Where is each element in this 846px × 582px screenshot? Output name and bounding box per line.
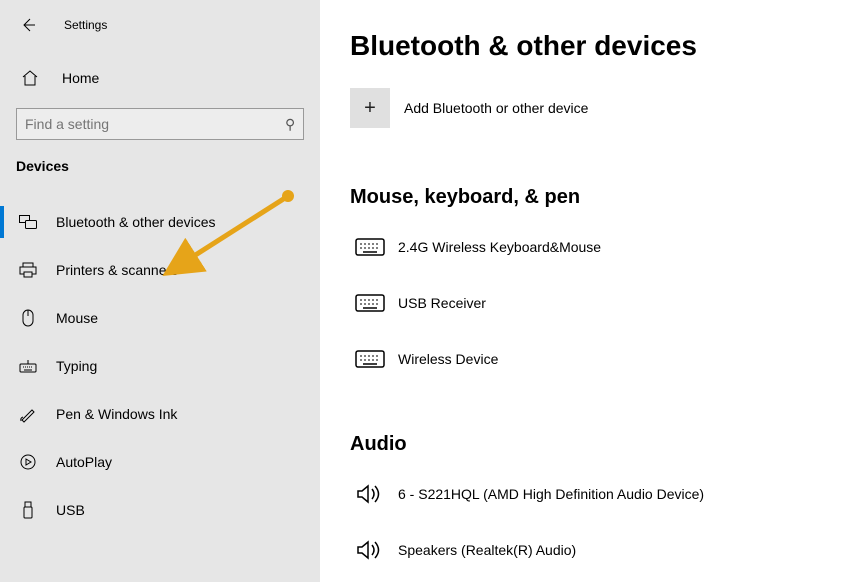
sidebar-item-label: Printers & scanners — [56, 262, 178, 278]
speaker-icon — [350, 474, 390, 514]
sidebar-item-label: Pen & Windows Ink — [56, 406, 177, 422]
home-label: Home — [62, 70, 99, 86]
mouse-icon — [18, 308, 38, 328]
search-field[interactable] — [25, 116, 285, 132]
back-icon[interactable] — [20, 17, 40, 33]
plus-icon: + — [350, 88, 390, 128]
typing-icon — [18, 356, 38, 376]
device-row[interactable]: Speakers (Realtek(R) Audio) — [350, 522, 816, 578]
device-label: 6 - S221HQL (AMD High Definition Audio D… — [398, 486, 704, 502]
speaker-icon — [350, 530, 390, 570]
device-label: Wireless Device — [398, 351, 498, 367]
sidebar-item-label: Typing — [56, 358, 97, 374]
sidebar-item-bluetooth[interactable]: Bluetooth & other devices — [0, 198, 320, 246]
devices-icon — [18, 212, 38, 232]
device-row[interactable]: 2.4G Wireless Keyboard&Mouse — [350, 219, 816, 275]
device-row[interactable]: 6 - S221HQL (AMD High Definition Audio D… — [350, 466, 816, 522]
sidebar-item-printers[interactable]: Printers & scanners — [0, 246, 320, 294]
page-title: Bluetooth & other devices — [350, 30, 816, 62]
sidebar-item-label: USB — [56, 502, 85, 518]
sidebar-item-autoplay[interactable]: AutoPlay — [0, 438, 320, 486]
device-label: USB Receiver — [398, 295, 486, 311]
category-label: Devices — [0, 150, 320, 186]
sidebar-item-label: Bluetooth & other devices — [56, 214, 216, 230]
app-title: Settings — [64, 18, 107, 32]
home-icon — [20, 68, 40, 88]
search-icon: ⚲ — [285, 116, 295, 133]
add-device-button[interactable]: + Add Bluetooth or other device — [350, 88, 816, 128]
keyboard-icon — [350, 283, 390, 323]
sidebar-item-mouse[interactable]: Mouse — [0, 294, 320, 342]
sidebar-item-usb[interactable]: USB — [0, 486, 320, 534]
printer-icon — [18, 260, 38, 280]
sidebar-item-label: AutoPlay — [56, 454, 112, 470]
device-row[interactable]: Wireless Device — [350, 331, 816, 387]
sidebar-item-pen[interactable]: Pen & Windows Ink — [0, 390, 320, 438]
keyboard-icon — [350, 227, 390, 267]
keyboard-icon — [350, 339, 390, 379]
home-button[interactable]: Home — [0, 56, 320, 100]
add-device-label: Add Bluetooth or other device — [404, 100, 588, 116]
usb-icon — [18, 500, 38, 520]
device-row[interactable]: USB Receiver — [350, 275, 816, 331]
section-heading-audio: Audio — [350, 433, 816, 456]
pen-icon — [18, 404, 38, 424]
section-heading-input: Mouse, keyboard, & pen — [350, 186, 816, 209]
device-label: 2.4G Wireless Keyboard&Mouse — [398, 239, 601, 255]
search-input[interactable]: ⚲ — [16, 108, 304, 140]
sidebar-item-typing[interactable]: Typing — [0, 342, 320, 390]
autoplay-icon — [18, 452, 38, 472]
sidebar-item-label: Mouse — [56, 310, 98, 326]
device-label: Speakers (Realtek(R) Audio) — [398, 542, 576, 558]
